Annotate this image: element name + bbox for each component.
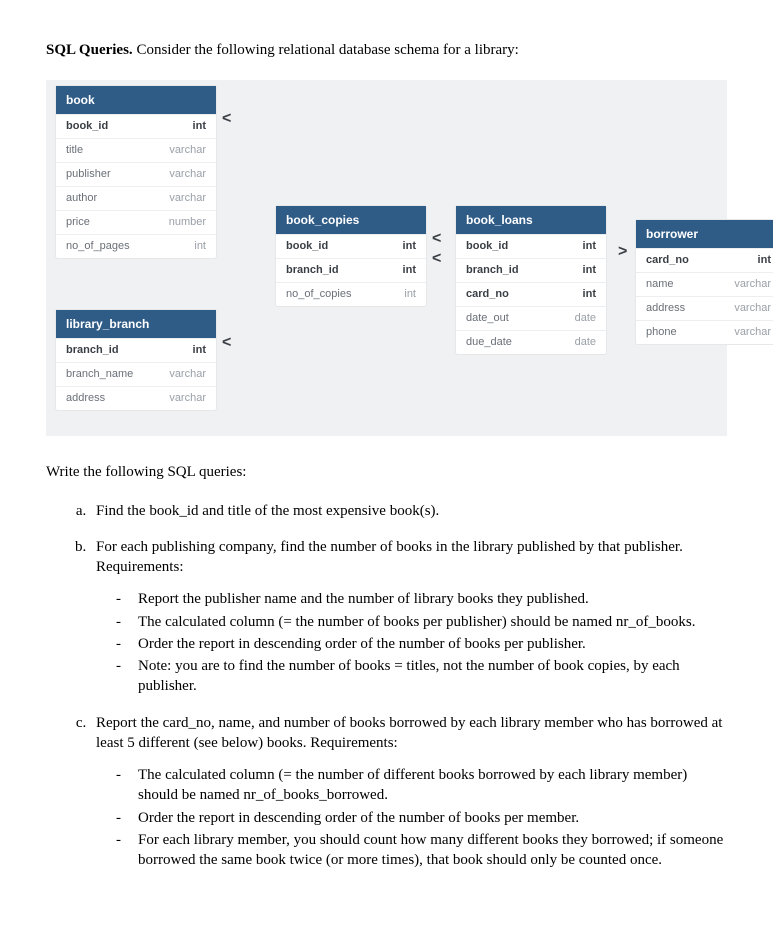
requirement-item: The calculated column (= the number of d…: [116, 765, 727, 806]
question-c: Report the card_no, name, and number of …: [90, 713, 727, 871]
table-row: titlevarchar: [56, 138, 216, 162]
table-row: due_datedate: [456, 330, 606, 354]
table-row: addressvarchar: [636, 296, 773, 320]
requirement-item: For each library member, you should coun…: [116, 830, 727, 871]
table-header: library_branch: [56, 310, 216, 338]
title-rest: Consider the following relational databa…: [133, 42, 519, 58]
table-row: book_idint: [276, 234, 426, 258]
table-book-copies: book_copies book_idint branch_idint no_o…: [276, 206, 426, 306]
question-a: Find the book_id and title of the most e…: [90, 501, 727, 521]
table-header: book_copies: [276, 206, 426, 234]
table-row: addressvarchar: [56, 386, 216, 410]
requirement-item: Note: you are to find the number of book…: [116, 656, 727, 697]
table-row: branch_namevarchar: [56, 362, 216, 386]
question-list: Find the book_id and title of the most e…: [46, 501, 727, 871]
requirement-item: Order the report in descending order of …: [116, 808, 727, 828]
table-row: namevarchar: [636, 272, 773, 296]
requirement-item: Report the publisher name and the number…: [116, 589, 727, 609]
title-bold: SQL Queries.: [46, 42, 133, 58]
arrow-icon: <: [432, 248, 441, 270]
table-row: book_idint: [56, 114, 216, 138]
page-title: SQL Queries. Consider the following rela…: [46, 40, 727, 60]
arrow-icon: <: [432, 228, 441, 250]
question-text: Find the book_id and title of the most e…: [96, 503, 439, 519]
table-header: book: [56, 86, 216, 114]
table-row: publishervarchar: [56, 162, 216, 186]
arrow-icon: <: [222, 332, 231, 354]
arrow-icon: <: [222, 108, 231, 130]
schema-diagram: book book_idint titlevarchar publisherva…: [46, 80, 727, 436]
table-row: no_of_pagesint: [56, 234, 216, 258]
requirement-item: Order the report in descending order of …: [116, 634, 727, 654]
table-header: book_loans: [456, 206, 606, 234]
table-row: card_noint: [636, 248, 773, 272]
table-row: branch_idint: [276, 258, 426, 282]
question-text: For each publishing company, find the nu…: [96, 539, 683, 575]
table-header: borrower: [636, 220, 773, 248]
question-b: For each publishing company, find the nu…: [90, 537, 727, 697]
arrow-icon: >: [618, 241, 627, 263]
table-row: branch_idint: [56, 338, 216, 362]
requirement-list: The calculated column (= the number of d…: [96, 765, 727, 870]
table-row: phonevarchar: [636, 320, 773, 344]
requirement-item: The calculated column (= the number of b…: [116, 612, 727, 632]
table-row: authorvarchar: [56, 186, 216, 210]
table-row: book_idint: [456, 234, 606, 258]
table-row: pricenumber: [56, 210, 216, 234]
table-row: branch_idint: [456, 258, 606, 282]
table-row: card_noint: [456, 282, 606, 306]
table-borrower: borrower card_noint namevarchar addressv…: [636, 220, 773, 344]
requirement-list: Report the publisher name and the number…: [96, 589, 727, 696]
table-row: no_of_copiesint: [276, 282, 426, 306]
table-book: book book_idint titlevarchar publisherva…: [56, 86, 216, 257]
questions-intro: Write the following SQL queries:: [46, 462, 727, 482]
question-text: Report the card_no, name, and number of …: [96, 715, 722, 751]
table-library-branch: library_branch branch_idint branch_namev…: [56, 310, 216, 410]
table-row: date_outdate: [456, 306, 606, 330]
table-book-loans: book_loans book_idint branch_idint card_…: [456, 206, 606, 353]
